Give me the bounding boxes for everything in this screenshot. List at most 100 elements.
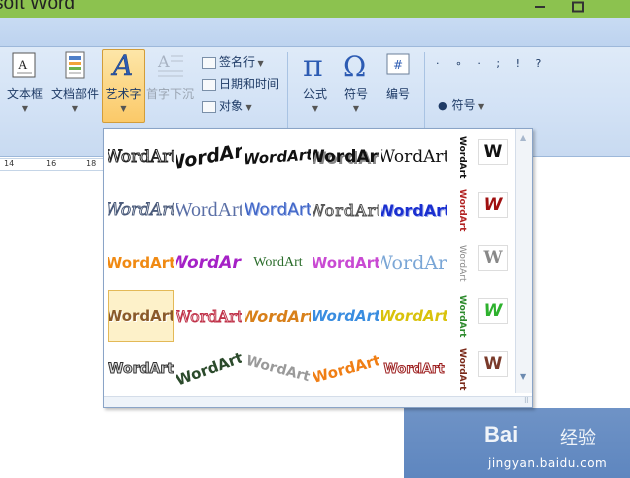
wordart-style-option[interactable]: WordArt bbox=[108, 131, 174, 183]
wordart-sample: WordArt bbox=[108, 307, 174, 325]
wordart-sample: WordArt bbox=[313, 254, 379, 272]
watermark-url: jingyan.baidu.com bbox=[488, 456, 608, 470]
wordart-style-option[interactable]: WordArt bbox=[313, 237, 379, 289]
wordart-style-option[interactable]: WordArt bbox=[245, 237, 311, 289]
wordart-sample: WordArt bbox=[383, 361, 445, 377]
wordart-style-option[interactable]: WordArt bbox=[176, 343, 242, 395]
gallery-scrollbar[interactable]: ▲ ▼ bbox=[515, 129, 532, 393]
wordart-vertical-option[interactable]: WordArt bbox=[450, 343, 474, 395]
wordart-w-option[interactable]: W bbox=[478, 245, 508, 271]
wordart-w-option[interactable]: W bbox=[478, 298, 508, 324]
wordart-sample: WordArt bbox=[381, 307, 447, 325]
datetime-button[interactable]: 日期和时间 bbox=[202, 75, 279, 92]
wordart-vertical-option[interactable]: WordArt bbox=[450, 131, 474, 183]
wordart-sample: WordArt bbox=[245, 200, 311, 220]
wordart-style-option[interactable]: WordArt bbox=[313, 131, 379, 183]
wordart-style-option[interactable]: WordArt bbox=[176, 290, 242, 342]
window-title: soft Word bbox=[0, 0, 75, 14]
number-button[interactable]: # 编号 bbox=[379, 50, 417, 120]
calendar-icon bbox=[202, 78, 216, 91]
wordart-style-option[interactable]: WordArt bbox=[313, 290, 379, 342]
chevron-down-icon: ▼ bbox=[71, 104, 79, 113]
wordart-sample: WordArt bbox=[457, 188, 467, 232]
special-chars[interactable]: · ∘ · ; ! ? bbox=[436, 55, 541, 73]
wordart-style-option[interactable]: WordArt bbox=[313, 343, 379, 395]
resize-grip-icon[interactable]: ⠿ bbox=[524, 397, 529, 405]
wordart-label: 艺术字 bbox=[105, 87, 142, 101]
textbox-label: 文本框 bbox=[6, 87, 43, 101]
baidu-watermark: Bai 经验 jingyan.baidu.com bbox=[484, 412, 630, 478]
wordart-style-option[interactable]: WordArt bbox=[176, 184, 242, 236]
close-button[interactable] bbox=[600, 0, 630, 14]
object-button[interactable]: 对象 ▼ bbox=[202, 97, 252, 114]
wordart-style-option[interactable]: WordArt bbox=[381, 131, 447, 183]
wordart-style-option[interactable]: WordArt bbox=[245, 290, 311, 342]
wordart-w-option[interactable]: W bbox=[478, 139, 508, 165]
wordart-button[interactable]: A 艺术字 ▼ bbox=[102, 49, 145, 123]
wordart-style-option[interactable]: WordArt bbox=[245, 343, 311, 395]
wordart-style-option[interactable]: WordArt bbox=[381, 184, 447, 236]
wordart-sample: WordArt bbox=[245, 352, 311, 386]
dropcap-button[interactable]: A 首字下沉 bbox=[145, 50, 195, 120]
wordart-style-option[interactable]: WordArt bbox=[176, 237, 242, 289]
wordart-sample: W bbox=[483, 248, 503, 268]
scroll-down-icon[interactable]: ▼ bbox=[520, 372, 526, 381]
ruler-tick: 14 bbox=[4, 159, 15, 168]
watermark-suffix: 经验 bbox=[560, 428, 596, 449]
wordart-style-option[interactable]: WordArt bbox=[245, 184, 311, 236]
wordart-style-option[interactable]: WordArt bbox=[108, 237, 174, 289]
minimize-button[interactable] bbox=[522, 0, 558, 14]
chevron-down-icon: ▼ bbox=[21, 104, 29, 113]
scroll-up-icon[interactable]: ▲ bbox=[520, 133, 526, 142]
wordart-style-option[interactable]: WordArt bbox=[381, 237, 447, 289]
maximize-icon bbox=[572, 1, 584, 13]
wordart-style-option[interactable]: WordArt bbox=[245, 131, 311, 183]
dropcap-label: 首字下沉 bbox=[145, 87, 194, 101]
wordart-gallery[interactable]: WordArtWordArtWordArtWordArtWordArtWordA… bbox=[103, 128, 533, 408]
wordart-w-option[interactable]: W bbox=[478, 351, 508, 377]
wordart-style-option[interactable]: WordArt bbox=[381, 343, 447, 395]
wordart-sample: WordArt bbox=[108, 361, 174, 378]
wordart-vertical-option[interactable]: WordArt bbox=[450, 237, 474, 289]
wordart-style-option[interactable]: WordArt bbox=[108, 343, 174, 395]
wordart-w-option[interactable]: W bbox=[478, 192, 508, 218]
wordart-sample: WordArt bbox=[313, 351, 379, 387]
wordart-sample: WordArt bbox=[381, 252, 447, 274]
object-icon bbox=[202, 100, 216, 113]
wordart-sample: WordArt bbox=[381, 147, 447, 167]
wordart-style-option[interactable]: WordArt bbox=[313, 184, 379, 236]
wordart-style-option[interactable]: WordArt bbox=[108, 290, 174, 342]
maximize-button[interactable] bbox=[560, 0, 596, 14]
wordart-icon: A bbox=[109, 49, 139, 83]
wordart-style-option[interactable]: WordArt bbox=[108, 184, 174, 236]
wordart-style-option[interactable]: WordArt bbox=[176, 131, 242, 183]
watermark-logo: Bai bbox=[484, 422, 519, 447]
ruler-tick: 18 bbox=[86, 159, 97, 168]
wordart-sample: WordArt bbox=[176, 306, 242, 326]
pi-icon: π bbox=[300, 49, 330, 84]
docparts-button[interactable]: 文档部件 ▼ bbox=[50, 50, 100, 120]
number-label: 编号 bbox=[385, 87, 410, 101]
equation-button[interactable]: π 公式 ▼ bbox=[296, 49, 334, 120]
wordart-sample: W bbox=[483, 195, 503, 215]
wordart-sample: WordArt bbox=[176, 253, 242, 273]
datetime-label: 日期和时间 bbox=[219, 77, 280, 91]
signature-line-button[interactable]: 签名行 ▼ bbox=[202, 53, 264, 70]
wordart-vertical-option[interactable]: WordArt bbox=[450, 184, 474, 236]
svg-text:π: π bbox=[303, 50, 323, 80]
wordart-sample: WordArt bbox=[313, 200, 379, 220]
special-symbol-button[interactable]: ● 符号 ▼ bbox=[438, 96, 484, 113]
docparts-label: 文档部件 bbox=[50, 87, 99, 101]
textbox-button[interactable]: A 文本框 ▼ bbox=[4, 50, 46, 120]
wordart-style-option[interactable]: WordArt bbox=[381, 290, 447, 342]
wordart-sample: W bbox=[483, 301, 503, 321]
wordart-grid: WordArtWordArtWordArtWordArtWordArtWordA… bbox=[106, 131, 514, 393]
wordart-vertical-option[interactable]: WordArt bbox=[450, 290, 474, 342]
wordart-sample: WordArt bbox=[457, 347, 467, 391]
symbol-button[interactable]: Ω 符号 ▼ bbox=[337, 50, 375, 120]
svg-text:#: # bbox=[393, 58, 403, 72]
ruler-tick: 16 bbox=[46, 159, 57, 168]
svg-text:A: A bbox=[18, 57, 28, 72]
wordart-sample: WordArt bbox=[176, 138, 242, 176]
wordart-sample: W bbox=[483, 142, 503, 162]
